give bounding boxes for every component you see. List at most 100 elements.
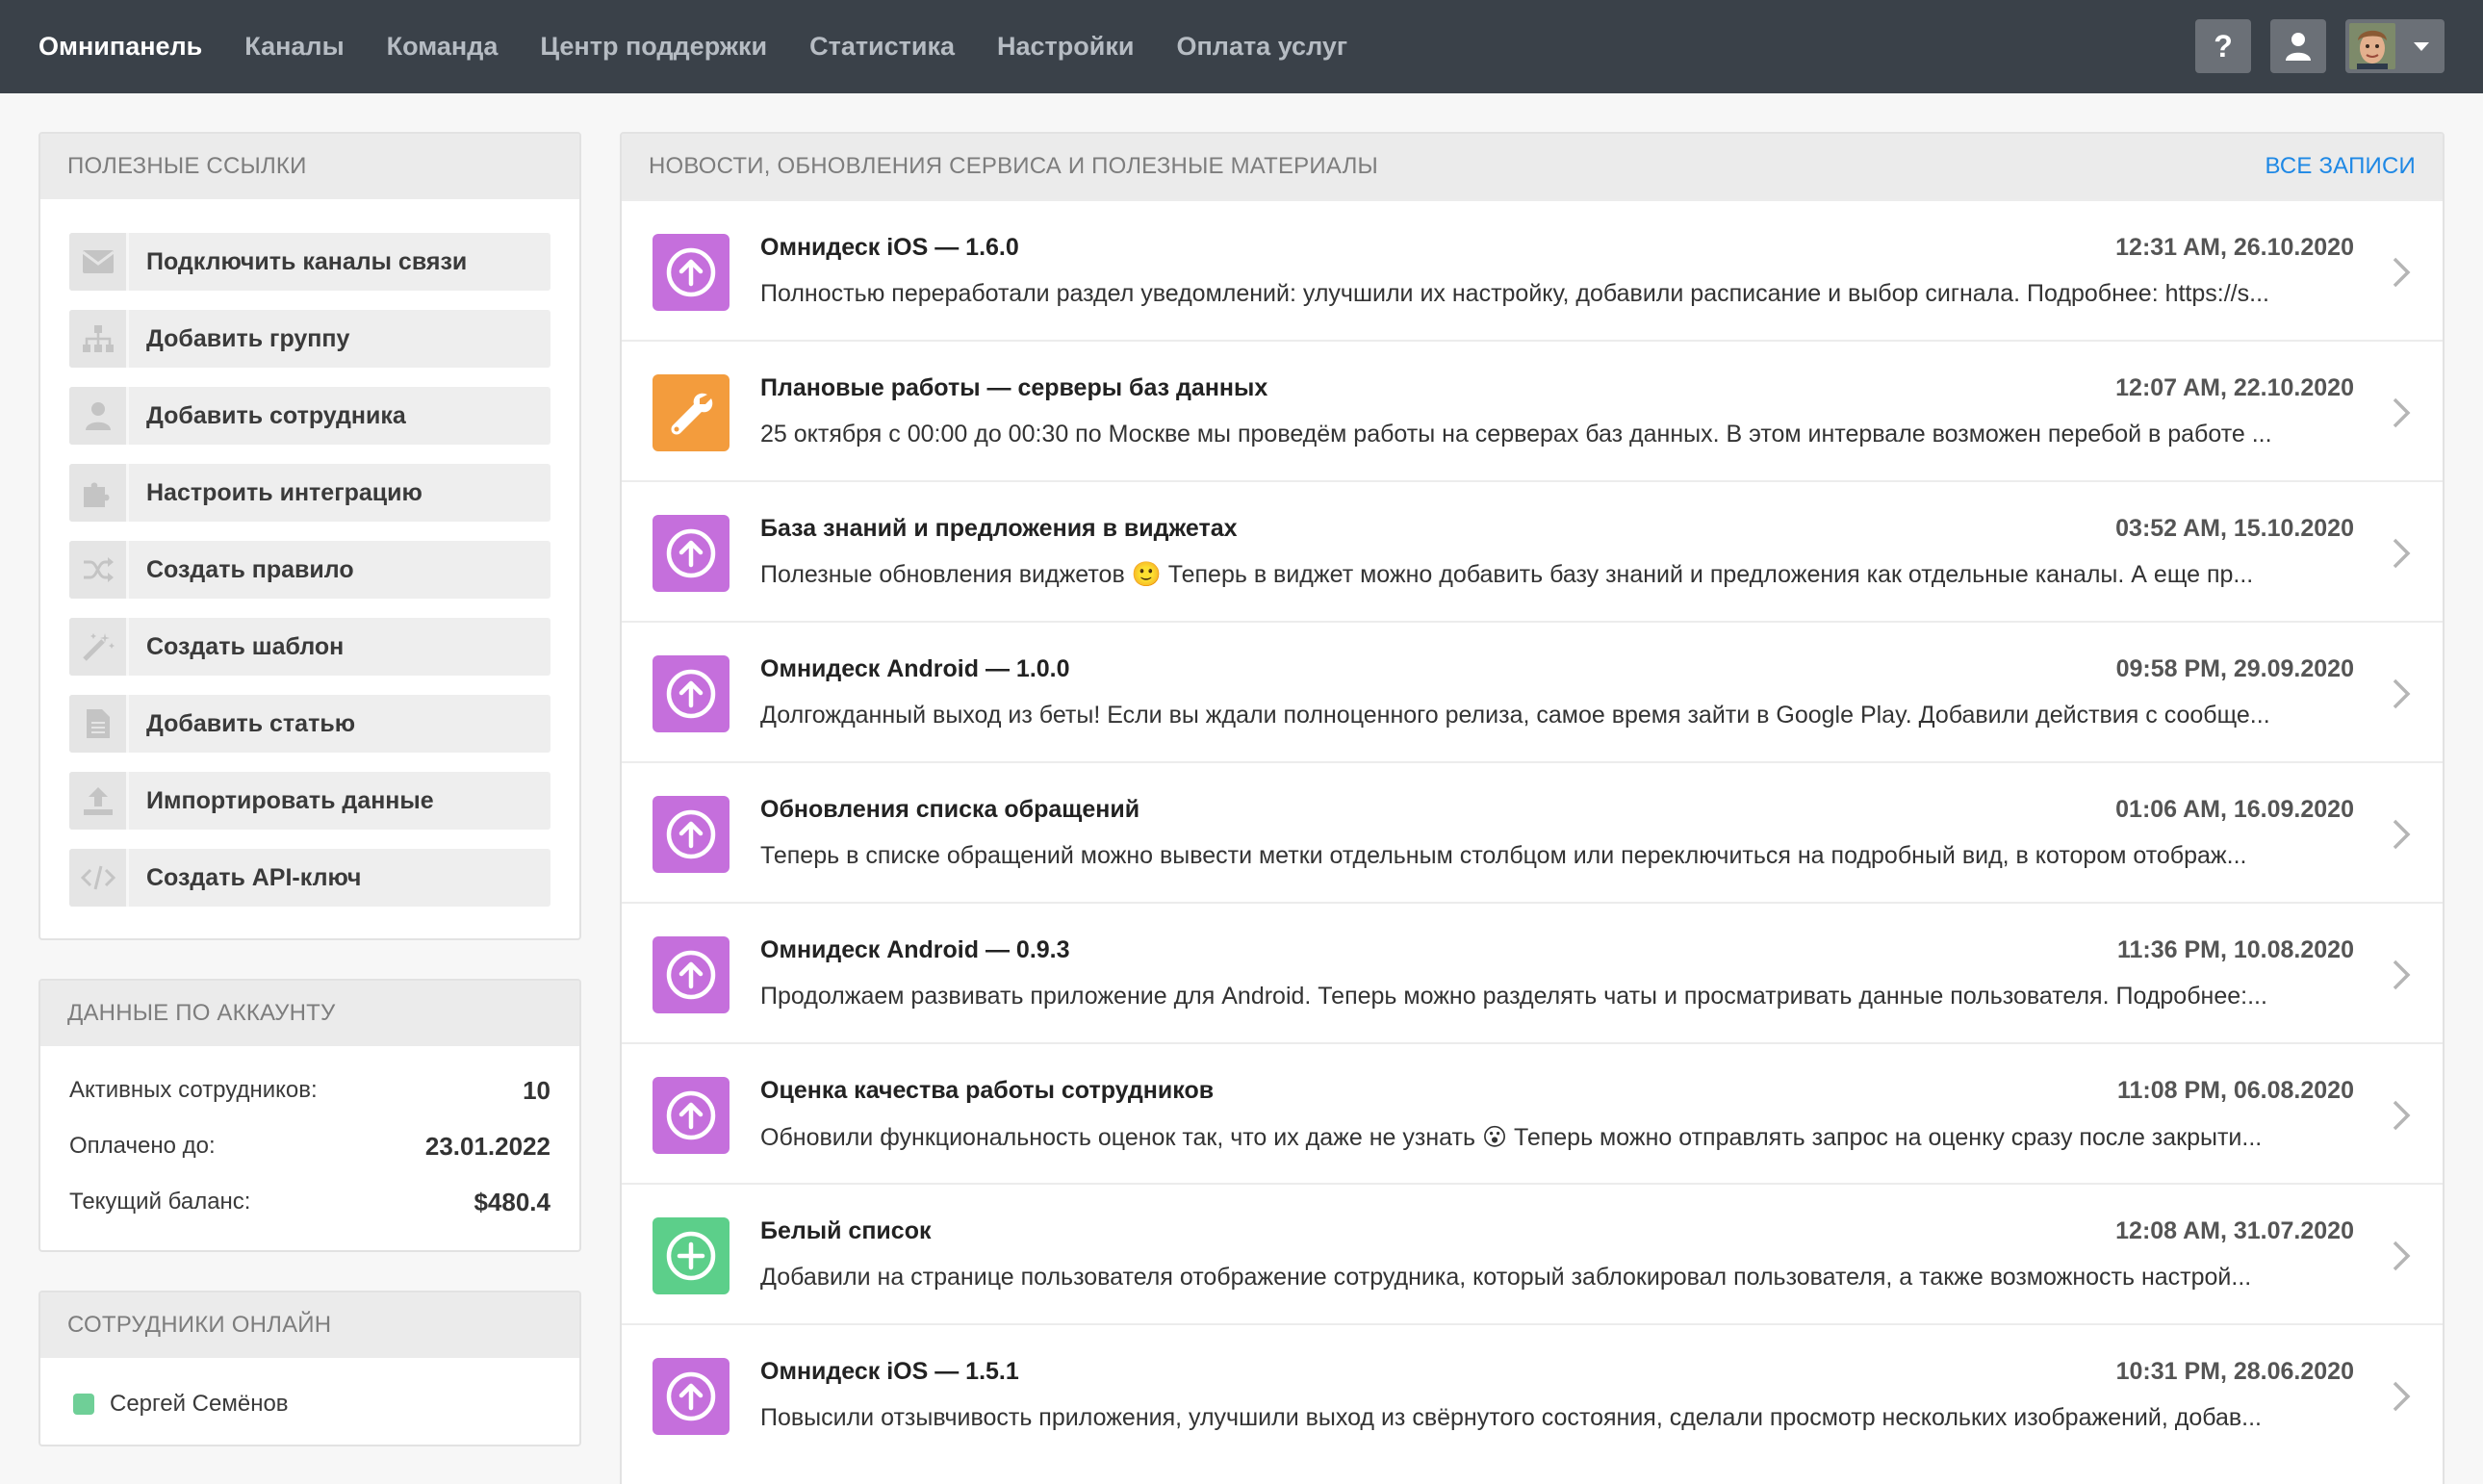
news-item[interactable]: Плановые работы — серверы баз данных 12:…: [622, 340, 2443, 480]
nav-item-support-center[interactable]: Центр поддержки: [540, 32, 767, 62]
account-row-paid-until: Оплачено до: 23.01.2022: [69, 1127, 550, 1165]
avatar: [2349, 23, 2395, 69]
news-item-text: Долгожданный выход из беты! Если вы ждал…: [760, 702, 2270, 729]
link-label: Создать правило: [146, 555, 354, 583]
news-item-title: База знаний и предложения в виджетах: [760, 515, 1238, 542]
caret-down-icon: [2414, 42, 2429, 51]
arrow-up-circle-icon: [653, 655, 730, 732]
news-item[interactable]: Обновления списка обращений 01:06 AM, 16…: [622, 761, 2443, 902]
link-import-data[interactable]: Импортировать данные: [69, 772, 550, 830]
useful-links-panel: ПОЛЕЗНЫЕ ССЫЛКИ Подключить каналы связи …: [38, 132, 581, 940]
news-item[interactable]: Омнидеск iOS — 1.6.0 12:31 AM, 26.10.202…: [622, 199, 2443, 340]
link-setup-integration[interactable]: Настроить интеграцию: [69, 464, 550, 522]
account-row-value: 10: [523, 1075, 550, 1105]
link-label: Добавить сотрудника: [146, 401, 406, 429]
news-item-date: 01:06 AM, 16.09.2020: [2115, 796, 2354, 823]
news-item-text: Полностью переработали раздел уведомлени…: [760, 280, 2269, 307]
news-item-text: Полезные обновления виджетов 🙂 Теперь в …: [760, 561, 2254, 588]
news-item-title: Плановые работы — серверы баз данных: [760, 374, 1268, 401]
arrow-up-circle-icon: [653, 1077, 730, 1154]
link-label: Импортировать данные: [146, 786, 434, 814]
chevron-right-icon: [2393, 959, 2411, 990]
link-connect-channels[interactable]: Подключить каналы связи: [69, 233, 550, 291]
chevron-right-icon: [2393, 1100, 2411, 1131]
sitemap-icon: [69, 310, 129, 368]
link-label: Создать API-ключ: [146, 863, 362, 891]
link-add-employee[interactable]: Добавить сотрудника: [69, 387, 550, 445]
news-item-title: Омнидеск iOS — 1.5.1: [760, 1358, 1019, 1385]
arrow-up-circle-icon: [653, 936, 730, 1013]
nav-item-billing[interactable]: Оплата услуг: [1176, 32, 1347, 62]
link-add-article[interactable]: Добавить статью: [69, 695, 550, 753]
help-button[interactable]: ?: [2195, 19, 2251, 73]
magic-wand-icon: [69, 618, 129, 676]
online-employees-title: СОТРУДНИКИ ОНЛАЙН: [40, 1292, 579, 1358]
shuffle-icon: [69, 541, 129, 599]
news-item-date: 12:31 AM, 26.10.2020: [2115, 234, 2354, 261]
chevron-right-icon: [2393, 819, 2411, 850]
news-item-date: 09:58 PM, 29.09.2020: [2115, 655, 2354, 682]
nav-item-omnipanel[interactable]: Омнипанель: [38, 32, 202, 62]
news-item-date: 10:31 PM, 28.06.2020: [2115, 1358, 2354, 1385]
envelope-icon: [69, 233, 129, 291]
news-item[interactable]: Омнидеск Android — 0.9.3 11:36 PM, 10.08…: [622, 902, 2443, 1042]
link-add-group[interactable]: Добавить группу: [69, 310, 550, 368]
news-item-date: 11:36 PM, 10.08.2020: [2116, 936, 2354, 963]
account-row-balance: Текущий баланс: $480.4: [69, 1183, 550, 1221]
news-item-title: Оценка качества работы сотрудников: [760, 1077, 1215, 1104]
arrow-up-circle-icon: [653, 796, 730, 873]
link-label: Создать шаблон: [146, 632, 345, 660]
all-posts-link[interactable]: ВСЕ ЗАПИСИ: [2265, 153, 2416, 180]
user-icon: [69, 387, 129, 445]
news-item[interactable]: Оценка качества работы сотрудников 11:08…: [622, 1042, 2443, 1183]
arrow-up-circle-icon: [653, 515, 730, 592]
nav-item-statistics[interactable]: Статистика: [809, 32, 955, 62]
news-item-text: Обновили функциональность оценок так, чт…: [760, 1124, 2263, 1151]
link-create-api-key[interactable]: Создать API-ключ: [69, 849, 550, 907]
news-item-text: Добавили на странице пользователя отобра…: [760, 1264, 2252, 1291]
online-employee[interactable]: Сергей Семёнов: [73, 1391, 289, 1418]
nav-item-channels[interactable]: Каналы: [244, 32, 344, 62]
chevron-right-icon: [2393, 538, 2411, 569]
news-item[interactable]: Омнидеск Android — 1.0.0 09:58 PM, 29.09…: [622, 621, 2443, 761]
news-item[interactable]: База знаний и предложения в виджетах 03:…: [622, 480, 2443, 621]
nav-item-settings[interactable]: Настройки: [997, 32, 1134, 62]
link-create-template[interactable]: Создать шаблон: [69, 618, 550, 676]
nav-item-team[interactable]: Команда: [387, 32, 499, 62]
news-item-title: Омнидеск Android — 0.9.3: [760, 936, 1070, 963]
chevron-right-icon: [2393, 1241, 2411, 1271]
chevron-right-icon: [2393, 1381, 2411, 1412]
news-item-text: Повысили отзывчивость приложения, улучши…: [760, 1404, 2262, 1431]
document-icon: [69, 695, 129, 753]
chevron-right-icon: [2393, 678, 2411, 709]
question-icon: ?: [2214, 28, 2233, 64]
code-icon: [69, 849, 129, 907]
news-item-text: Продолжаем развивать приложение для Andr…: [760, 983, 2267, 1010]
user-icon: [2286, 33, 2311, 61]
link-label: Добавить статью: [146, 709, 356, 737]
useful-links-title: ПОЛЕЗНЫЕ ССЫЛКИ: [40, 134, 579, 199]
account-row-value: $480.4: [474, 1187, 550, 1216]
profile-button[interactable]: [2270, 19, 2326, 73]
news-item-title: Обновления списка обращений: [760, 796, 1140, 823]
news-item[interactable]: Омнидеск iOS — 1.5.1 10:31 PM, 28.06.202…: [622, 1323, 2443, 1464]
news-title: НОВОСТИ, ОБНОВЛЕНИЯ СЕРВИСА И ПОЛЕЗНЫЕ М…: [649, 153, 1378, 179]
news-header: НОВОСТИ, ОБНОВЛЕНИЯ СЕРВИСА И ПОЛЕЗНЫЕ М…: [622, 134, 2443, 199]
wrench-icon: [653, 374, 730, 451]
link-label: Подключить каналы связи: [146, 247, 468, 275]
news-item[interactable]: Белый список 12:08 AM, 31.07.2020 Добави…: [622, 1183, 2443, 1323]
news-item-title: Омнидеск Android — 1.0.0: [760, 655, 1070, 682]
online-employee-name: Сергей Семёнов: [110, 1391, 289, 1417]
account-row-active-employees: Активных сотрудников: 10: [69, 1071, 550, 1110]
online-employees-panel: СОТРУДНИКИ ОНЛАЙН Сергей Семёнов: [38, 1291, 581, 1446]
chevron-right-icon: [2393, 257, 2411, 288]
account-row-label: Активных сотрудников:: [69, 1077, 318, 1103]
online-status-indicator: [73, 1394, 94, 1415]
news-item-date: 03:52 AM, 15.10.2020: [2115, 515, 2354, 542]
account-row-value: 23.01.2022: [424, 1131, 550, 1161]
main-nav: Омнипанель Каналы Команда Центр поддержк…: [38, 0, 1390, 93]
arrow-up-circle-icon: [653, 1358, 730, 1435]
account-menu-button[interactable]: [2345, 19, 2445, 73]
upload-icon: [69, 772, 129, 830]
link-create-rule[interactable]: Создать правило: [69, 541, 550, 599]
